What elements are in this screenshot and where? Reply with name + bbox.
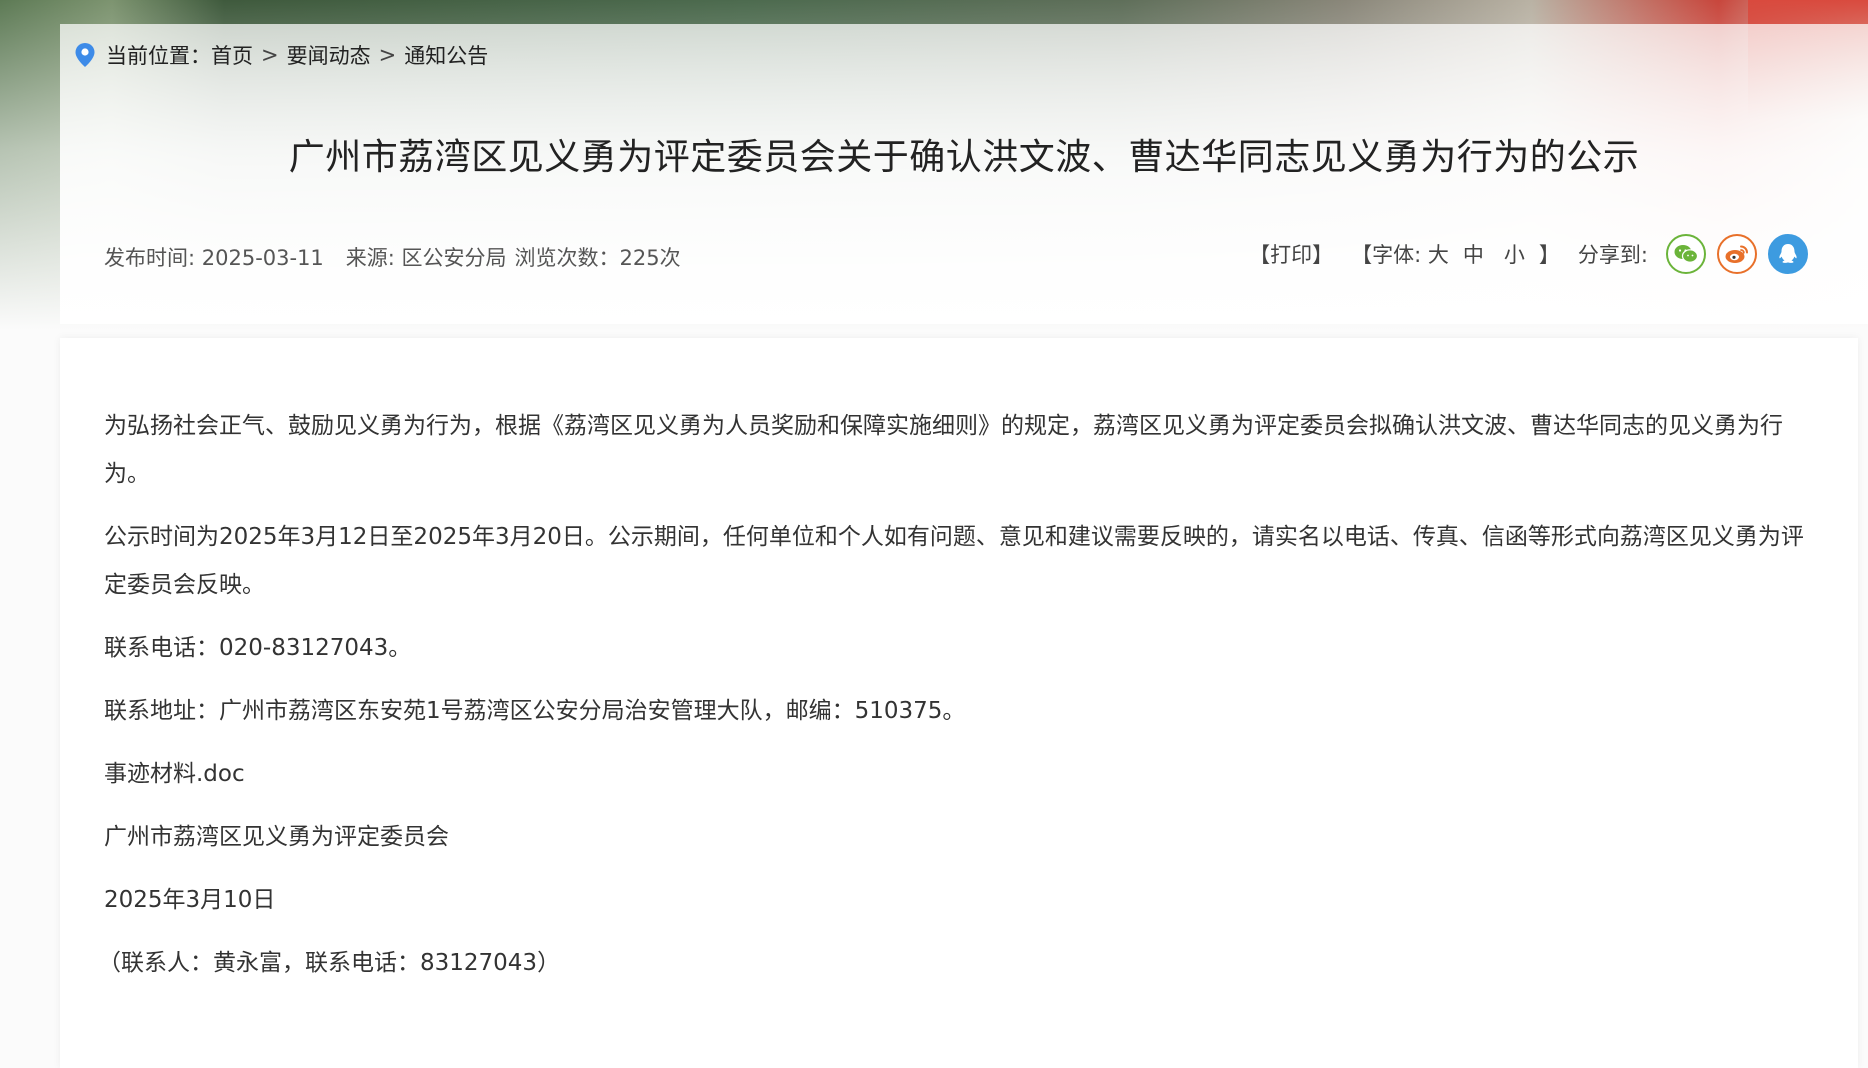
publish-time: 发布时间: 2025-03-11 xyxy=(104,246,324,270)
attachment-link[interactable]: 事迹材料.doc xyxy=(104,750,1820,798)
contact-phone: 联系电话：020-83127043。 xyxy=(104,635,412,661)
paragraph-intro: 为弘扬社会正气、鼓励见义勇为行为，根据《荔湾区见义勇为人员奖励和保障实施细则》的… xyxy=(104,413,1783,487)
article-source: 来源: 区公安分局 xyxy=(345,246,507,270)
share-label: 分享到: xyxy=(1577,243,1648,267)
article-body: 为弘扬社会正气、鼓励见义勇为行为，根据《荔湾区见义勇为人员奖励和保障实施细则》的… xyxy=(98,402,1820,1002)
qq-icon xyxy=(1779,244,1797,263)
breadcrumb-separator: > xyxy=(378,43,397,67)
breadcrumb-label: 当前位置： xyxy=(106,44,211,68)
font-size-small-button[interactable]: 小 xyxy=(1504,239,1525,269)
print-button[interactable]: 【打印】 xyxy=(1249,239,1333,269)
location-pin-icon xyxy=(75,43,95,67)
breadcrumb-news[interactable]: 要闻动态 xyxy=(287,40,371,70)
sign-date: 2025年3月10日 xyxy=(104,887,276,913)
article-tools: 【打印】 【字体: 大 中 小 】 分享到: xyxy=(1249,234,1808,274)
share-weibo-button[interactable] xyxy=(1717,234,1757,274)
breadcrumb: 当前位置： 首页 > 要闻动态 > 通知公告 xyxy=(74,40,488,70)
weibo-icon xyxy=(1725,245,1748,263)
breadcrumb-notices[interactable]: 通知公告 xyxy=(404,40,488,70)
wechat-icon xyxy=(1674,245,1699,263)
paragraph-notice-period: 公示时间为2025年3月12日至2025年3月20日。公示期间，任何单位和个人如… xyxy=(104,524,1804,598)
breadcrumb-separator: > xyxy=(261,43,279,67)
breadcrumb-home[interactable]: 首页 xyxy=(211,40,253,70)
font-size-large-button[interactable]: 【字体: 大 xyxy=(1351,239,1449,269)
share-wechat-button[interactable] xyxy=(1666,234,1706,274)
font-size-medium-button[interactable]: 中 xyxy=(1463,239,1484,269)
view-count: 浏览次数：225次 xyxy=(514,246,681,270)
font-size-bracket: 】 xyxy=(1538,243,1560,267)
contact-person: （联系人：黄永富，联系电话：83127043） xyxy=(98,950,561,976)
article-title: 广州市荔湾区见义勇为评定委员会关于确认洪文波、曹达华同志见义勇为行为的公示 xyxy=(288,137,1640,178)
contact-address: 联系地址：广州市荔湾区东安苑1号荔湾区公安分局治安管理大队，邮编：510375。 xyxy=(104,698,966,724)
share-qq-button[interactable] xyxy=(1768,234,1808,274)
signature: 广州市荔湾区见义勇为评定委员会 xyxy=(104,824,449,850)
article-meta: 发布时间: 2025-03-11 来源: 区公安分局 浏览次数：225次 xyxy=(104,242,681,272)
